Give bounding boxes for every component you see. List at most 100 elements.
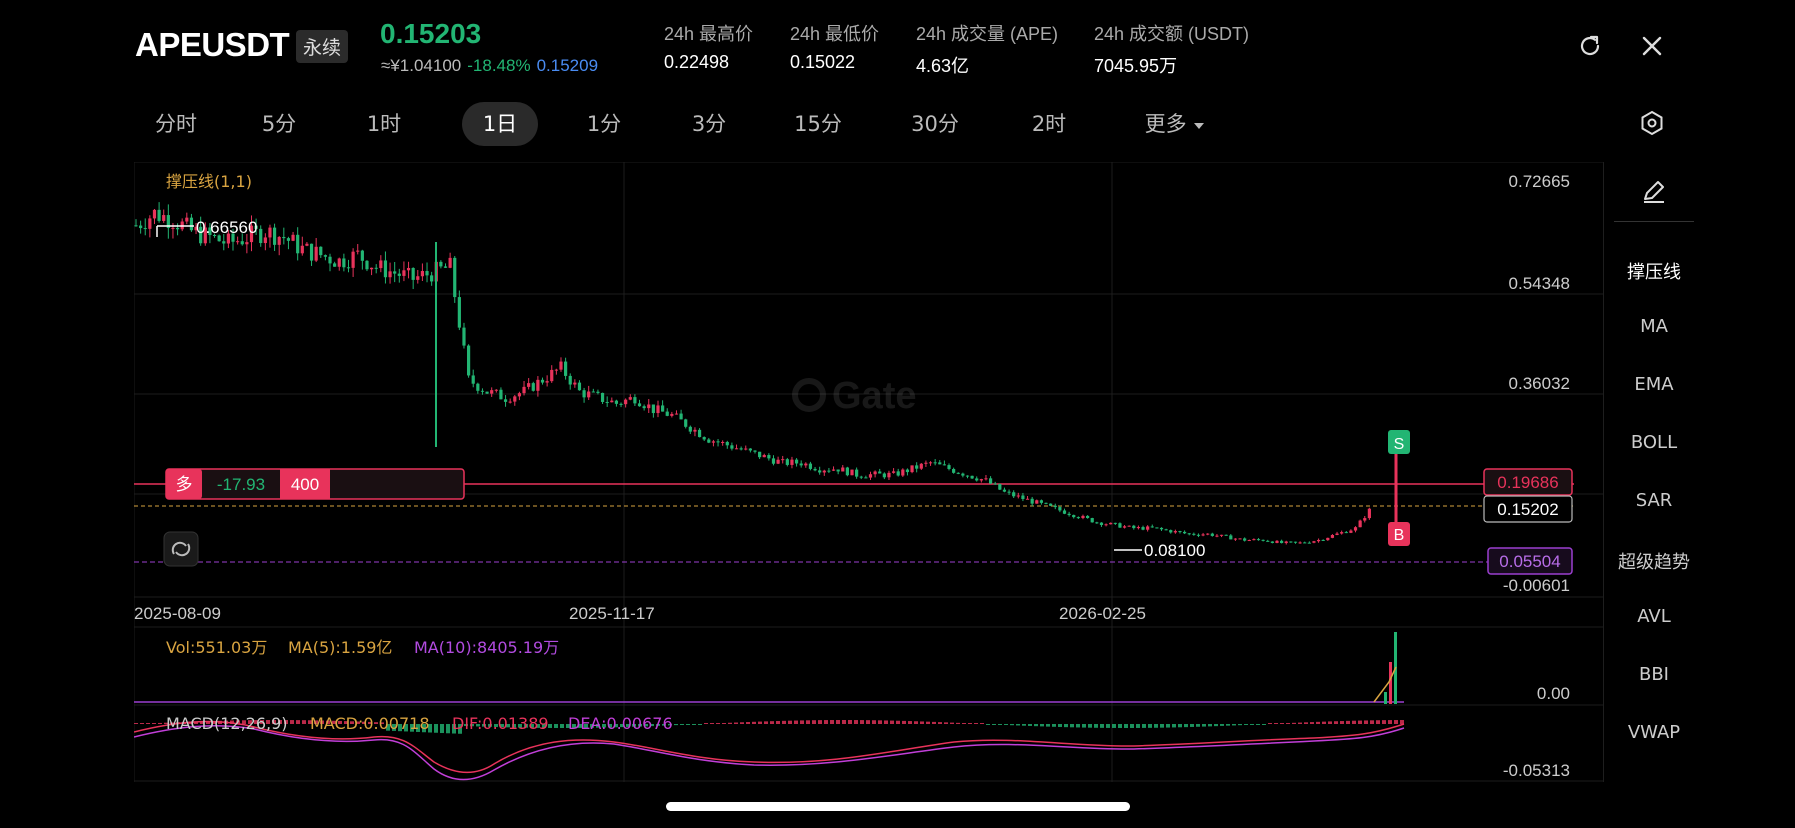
candle-body	[947, 465, 951, 469]
macd-histogram-bar	[692, 724, 696, 725]
symbol-title[interactable]: APEUSDT	[135, 26, 290, 64]
candle-body	[1150, 526, 1154, 528]
sidebar-item-supertrend[interactable]: 超级趋势	[1604, 548, 1704, 574]
macd-histogram-bar	[716, 723, 720, 724]
position-qty: 400	[291, 475, 319, 494]
candle-body	[596, 391, 600, 393]
tab-more[interactable]: 更多	[1130, 102, 1220, 146]
candle-body	[614, 400, 619, 404]
sidebar-item-avl[interactable]: AVL	[1604, 606, 1704, 627]
candle-body	[402, 270, 406, 276]
candle-body	[1224, 534, 1228, 536]
macd-histogram-bar	[896, 720, 900, 724]
sell-marker[interactable]: S	[1388, 430, 1410, 454]
macd-histogram-bar	[1310, 722, 1314, 724]
tab-5m[interactable]: 5分	[240, 102, 318, 146]
sell-marker-text: S	[1394, 436, 1405, 453]
macd-histogram-bar	[1022, 724, 1026, 726]
macd-histogram-bar	[812, 720, 816, 724]
macd-histogram-bar	[764, 721, 768, 724]
candle-body	[1012, 492, 1016, 497]
candle-body	[1266, 540, 1270, 542]
refresh-button[interactable]	[1572, 28, 1608, 64]
kline-chart[interactable]: Gate 0.66560 0.08100 S B 多 -17.93 400 0.…	[134, 162, 1604, 782]
tab-1h[interactable]: 1时	[345, 102, 423, 146]
sidebar-item-ema[interactable]: EMA	[1604, 374, 1704, 395]
chart-mode-toggle[interactable]	[163, 531, 199, 567]
candle-body	[905, 469, 910, 473]
candle-body	[933, 462, 937, 464]
candle-body	[1062, 510, 1067, 514]
candle-body	[291, 234, 295, 241]
macd-histogram-bar	[902, 720, 906, 724]
tab-3m[interactable]: 3分	[670, 102, 748, 146]
candle-body	[369, 267, 374, 270]
candle-body	[998, 483, 1002, 490]
macd-histogram-bar	[1130, 724, 1134, 728]
candle-body	[1132, 525, 1136, 529]
candle-body	[480, 390, 485, 392]
macd-histogram-bar	[680, 724, 684, 725]
close-button[interactable]	[1634, 28, 1670, 64]
tab-1m[interactable]: 1分	[565, 102, 643, 146]
macd-histogram-bar	[758, 721, 762, 724]
macd-histogram-bar	[1190, 724, 1194, 727]
tab-time-share[interactable]: 分时	[130, 102, 222, 146]
position-tag[interactable]: 多 -17.93 400	[165, 468, 465, 500]
tab-15m[interactable]: 15分	[775, 102, 861, 146]
vol-label: Vol:551.03万	[166, 638, 267, 657]
macd-histogram-bar	[824, 720, 828, 724]
candle-body	[333, 263, 337, 267]
sidebar-item-support-resistance[interactable]: 撑压线	[1604, 258, 1704, 284]
entry-price-value: 0.19686	[1497, 473, 1558, 492]
sidebar-item-boll[interactable]: BOLL	[1604, 432, 1704, 453]
tab-2h[interactable]: 2时	[1010, 102, 1088, 146]
candle-body	[314, 246, 318, 261]
macd-histogram-bar	[560, 724, 564, 728]
home-indicator[interactable]	[666, 802, 1130, 811]
candle-body	[891, 471, 896, 473]
candle-body	[513, 396, 517, 402]
macd-histogram-bar	[1202, 724, 1206, 727]
candle-body	[864, 477, 868, 479]
candle-body	[536, 379, 540, 391]
macd-histogram-bar	[1034, 724, 1038, 727]
candle-body	[776, 459, 780, 464]
candle-body	[762, 455, 766, 458]
candle-body	[1002, 489, 1007, 492]
indicator-label: 撑压线(1,1)	[166, 172, 252, 191]
macd-histogram-bar	[914, 721, 918, 724]
candle-body	[393, 271, 397, 274]
chart-settings-button[interactable]	[1634, 105, 1670, 141]
candle-body	[1298, 542, 1302, 544]
sidebar-item-ma[interactable]: MA	[1604, 316, 1704, 337]
tab-30m[interactable]: 30分	[892, 102, 978, 146]
sidebar-item-vwap[interactable]: VWAP	[1604, 722, 1704, 743]
candle-body	[1169, 530, 1173, 533]
candle-body	[1136, 527, 1141, 529]
sidebar-item-sar[interactable]: SAR	[1604, 490, 1704, 511]
macd-histogram-bar	[1058, 724, 1062, 727]
change-percent: -18.48%	[467, 56, 531, 75]
macd-histogram-bar	[818, 720, 822, 724]
macd-histogram-bar	[728, 722, 732, 724]
macd-histogram-bar	[290, 720, 294, 724]
candle-body	[624, 399, 628, 405]
candle-body	[1344, 532, 1348, 534]
buy-marker[interactable]: B	[1388, 522, 1410, 546]
candle-body	[790, 459, 794, 465]
macd-histogram-bar	[1400, 720, 1404, 724]
draw-tool-button[interactable]	[1614, 177, 1694, 222]
macd-histogram-bar	[686, 724, 690, 725]
candle-body	[1109, 522, 1113, 525]
candle-body	[277, 236, 281, 245]
candle-body	[748, 448, 752, 451]
sidebar-item-bbi[interactable]: BBI	[1604, 664, 1704, 685]
high-price-label: 0.66560	[196, 218, 257, 237]
x-tick: 2025-11-17	[569, 604, 655, 623]
tab-1d[interactable]: 1日	[462, 102, 538, 146]
candle-body	[1284, 541, 1288, 544]
macd-histogram-bar	[1016, 724, 1020, 726]
y-tick: 0.36032	[1509, 374, 1570, 393]
macd-histogram-bar	[1070, 724, 1074, 728]
